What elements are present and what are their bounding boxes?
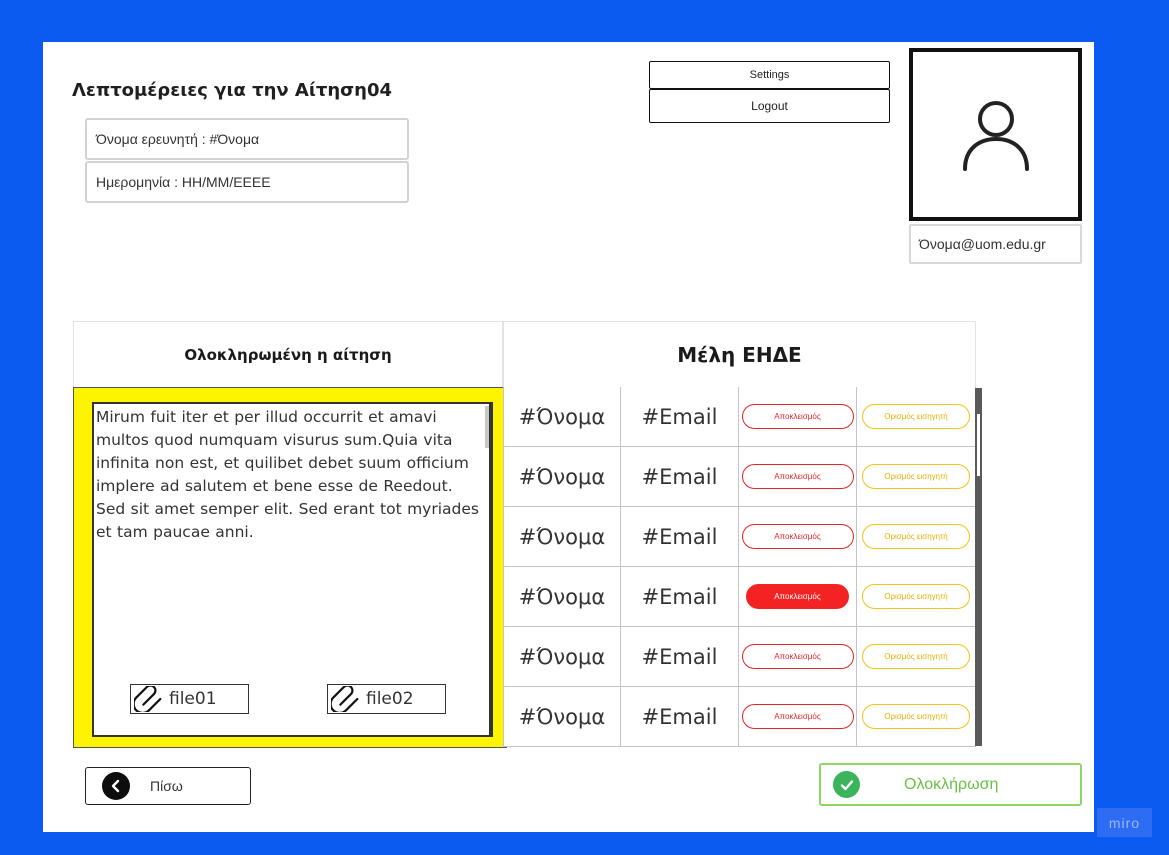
member-row: #Όνομα #Email Αποκλεισμός Ορισμός εισηγη… bbox=[503, 567, 976, 627]
exclude-button-active[interactable]: Αποκλεισμός bbox=[746, 584, 849, 609]
assign-rapporteur-button[interactable]: Ορισμός εισηγητή bbox=[862, 404, 970, 429]
application-frame: Mirum fuit iter et per illud occurrit et… bbox=[73, 387, 507, 748]
members-heading: Μέλη ΕΗΔΕ bbox=[503, 321, 976, 388]
finish-button[interactable]: Ολοκλήρωση bbox=[819, 763, 1082, 806]
avatar[interactable] bbox=[909, 48, 1082, 221]
exclude-button[interactable]: Αποκλεισμός bbox=[741, 704, 854, 729]
member-name: #Όνομα bbox=[503, 627, 621, 687]
file-name: file02 bbox=[366, 689, 414, 709]
assign-rapporteur-button[interactable]: Ορισμός εισηγητή bbox=[862, 644, 970, 669]
board-canvas: Λεπτομέρειες για την Αίτηση04 Όνομα ερευ… bbox=[43, 42, 1094, 832]
exclude-button[interactable]: Αποκλεισμός bbox=[741, 524, 854, 549]
member-email: #Email bbox=[621, 387, 739, 447]
member-row: #Όνομα #Email Αποκλεισμός Ορισμός εισηγη… bbox=[503, 627, 976, 687]
member-email: #Email bbox=[621, 447, 739, 507]
user-email: Όνομα@uom.edu.gr bbox=[909, 224, 1082, 264]
miro-watermark: miro bbox=[1097, 808, 1152, 837]
member-email: #Email bbox=[621, 687, 739, 747]
date-field: Ημερομηνία : ΗΗ/ΜΜ/ΕΕΕΕ bbox=[85, 161, 409, 203]
member-row: #Όνομα #Email Αποκλεισμός Ορισμός εισηγη… bbox=[503, 447, 976, 507]
exclude-button[interactable]: Αποκλεισμός bbox=[741, 644, 854, 669]
settings-button[interactable]: Settings bbox=[649, 61, 890, 89]
paperclip-icon bbox=[134, 686, 162, 712]
assign-rapporteur-button[interactable]: Ορισμός εισηγητή bbox=[862, 464, 970, 489]
assign-rapporteur-button[interactable]: Ορισμός εισηγητή bbox=[862, 704, 970, 729]
text-scrollbar[interactable] bbox=[485, 406, 489, 448]
application-panel: Ολοκληρωμένη η αίτηση Μέλη ΕΗΔΕ Mirum fu… bbox=[73, 321, 982, 749]
member-email: #Email bbox=[621, 567, 739, 627]
check-icon bbox=[833, 771, 860, 798]
members-list: #Όνομα #Email Αποκλεισμός Ορισμός εισηγη… bbox=[503, 387, 976, 748]
application-heading: Ολοκληρωμένη η αίτηση bbox=[73, 321, 503, 388]
researcher-field: Όνομα ερευνητή : #Όνομα bbox=[85, 118, 409, 160]
member-row: #Όνομα #Email Αποκλεισμός Ορισμός εισηγη… bbox=[503, 507, 976, 567]
back-button[interactable]: Πίσω bbox=[85, 767, 251, 805]
back-label: Πίσω bbox=[150, 778, 183, 794]
finish-label: Ολοκλήρωση bbox=[904, 775, 999, 793]
file-attachment-1[interactable]: file01 bbox=[130, 684, 249, 714]
exclude-button[interactable]: Αποκλεισμός bbox=[741, 464, 854, 489]
member-name: #Όνομα bbox=[503, 447, 621, 507]
member-name: #Όνομα bbox=[503, 687, 621, 747]
paperclip-icon bbox=[331, 686, 359, 712]
member-email: #Email bbox=[621, 507, 739, 567]
member-name: #Όνομα bbox=[503, 567, 621, 627]
assign-rapporteur-button[interactable]: Ορισμός εισηγητή bbox=[862, 524, 970, 549]
exclude-button[interactable]: Αποκλεισμός bbox=[741, 404, 854, 429]
members-scrollbar-thumb[interactable] bbox=[977, 414, 980, 476]
file-attachment-2[interactable]: file02 bbox=[327, 684, 446, 714]
file-name: file01 bbox=[169, 689, 217, 709]
logout-button[interactable]: Logout bbox=[649, 89, 890, 123]
application-text: Mirum fuit iter et per illud occurrit et… bbox=[96, 408, 479, 541]
assign-rapporteur-button[interactable]: Ορισμός εισηγητή bbox=[862, 584, 970, 609]
member-name: #Όνομα bbox=[503, 507, 621, 567]
member-name: #Όνομα bbox=[503, 387, 621, 447]
member-row: #Όνομα #Email Αποκλεισμός Ορισμός εισηγη… bbox=[503, 387, 976, 447]
page-title: Λεπτομέρειες για την Αίτηση04 bbox=[72, 80, 393, 101]
member-email: #Email bbox=[621, 627, 739, 687]
chevron-left-icon bbox=[102, 772, 130, 800]
member-row: #Όνομα #Email Αποκλεισμός Ορισμός εισηγη… bbox=[503, 687, 976, 747]
user-icon bbox=[962, 100, 1029, 171]
application-text-area[interactable]: Mirum fuit iter et per illud occurrit et… bbox=[92, 402, 493, 737]
